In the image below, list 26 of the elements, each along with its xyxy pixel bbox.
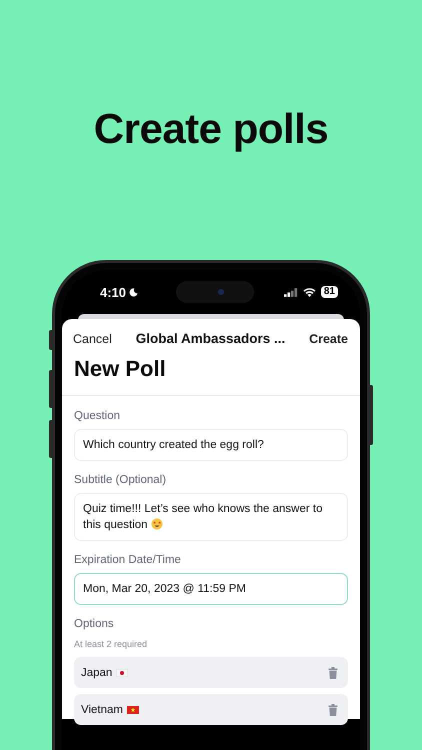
- input-field[interactable]: Which country created the egg roll?: [74, 429, 348, 461]
- input-field[interactable]: Mon, Mar 20, 2023 @ 11:59 PM: [74, 573, 348, 605]
- input-field[interactable]: Quiz time!!! Let’s see who knows the answer to this question: [74, 493, 348, 541]
- trash-icon[interactable]: [328, 704, 338, 716]
- flag-icon: [126, 706, 139, 714]
- field-label: Expiration Date/Time: [74, 553, 182, 567]
- status-time: 4:10: [100, 284, 126, 300]
- trash-icon[interactable]: [328, 666, 338, 678]
- options-hint: At least 2 required: [74, 639, 148, 649]
- option-text: Japan: [81, 666, 112, 678]
- battery-indicator: 81: [320, 286, 338, 298]
- moon-icon: [129, 288, 138, 296]
- nav-title: Global Ambassadors ...: [136, 331, 286, 346]
- options-label: Options: [74, 617, 115, 631]
- option-text: Vietnam: [81, 704, 123, 716]
- headline: Create polls: [94, 104, 328, 154]
- flag-icon: [116, 668, 128, 676]
- option-row[interactable]: Vietnam: [74, 694, 348, 725]
- create-button[interactable]: Create: [309, 332, 348, 346]
- field-label: Question: [74, 409, 122, 423]
- field-label: Subtitle (Optional): [74, 473, 168, 487]
- cancel-button[interactable]: Cancel: [73, 332, 112, 346]
- option-row[interactable]: Japan: [74, 657, 348, 688]
- wifi-icon: [302, 288, 316, 296]
- signal-icon: [284, 288, 298, 296]
- page-title: New Poll: [74, 356, 167, 382]
